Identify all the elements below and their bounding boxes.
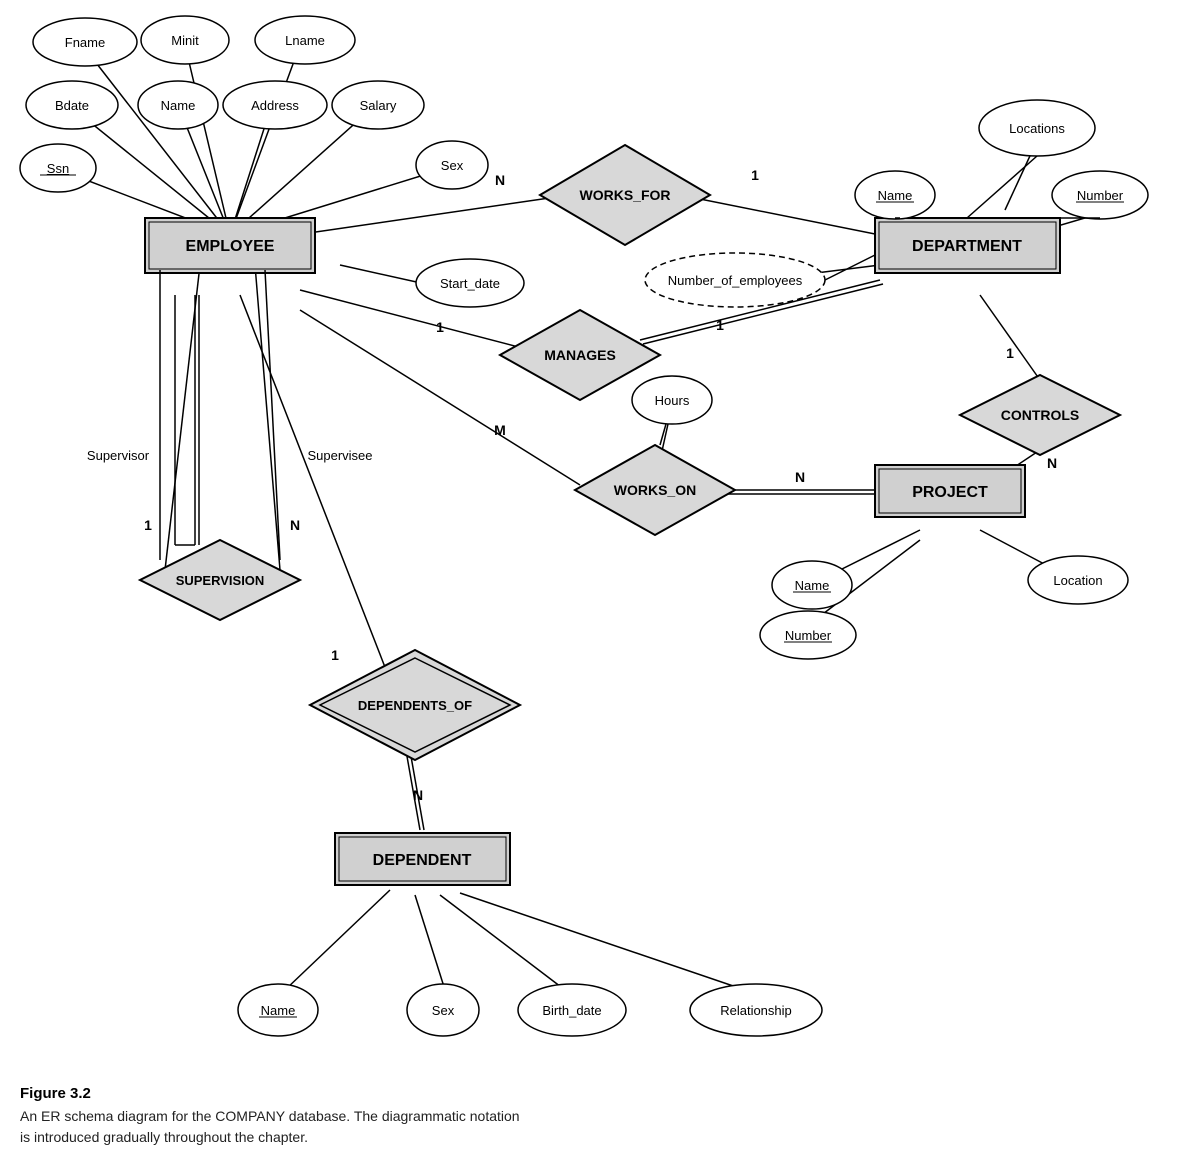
supervisor-label: Supervisor bbox=[87, 448, 150, 463]
dept-number-attr: Number bbox=[1077, 188, 1124, 203]
works-for-label: WORKS_FOR bbox=[580, 187, 671, 203]
num-employees-attr: Number_of_employees bbox=[668, 273, 803, 288]
figure-line1: An ER schema diagram for the COMPANY dat… bbox=[20, 1106, 1181, 1127]
dep-name-attr: Name bbox=[261, 1003, 296, 1018]
relationship-attr: Relationship bbox=[720, 1003, 792, 1018]
dept-name-attr: Name bbox=[878, 188, 913, 203]
dependents-of-label: DEPENDENTS_OF bbox=[358, 698, 472, 713]
proj-number-attr: Number bbox=[785, 628, 832, 643]
manages-label: MANAGES bbox=[544, 347, 616, 363]
manages-1b-label: 1 bbox=[716, 317, 724, 333]
dep-sex-attr: Sex bbox=[432, 1003, 455, 1018]
location-attr: Location bbox=[1053, 573, 1102, 588]
works-on-m-label: M bbox=[494, 422, 506, 438]
project-entity-label: PROJECT bbox=[912, 484, 988, 501]
works-on-n-label: N bbox=[795, 469, 805, 485]
address-attr: Address bbox=[251, 98, 299, 113]
proj-name-attr: Name bbox=[795, 578, 830, 593]
works-on-label: WORKS_ON bbox=[614, 482, 696, 498]
bdate-attr: Bdate bbox=[55, 98, 89, 113]
fname-attr: Fname bbox=[65, 35, 105, 50]
lname-attr: Lname bbox=[285, 33, 325, 48]
locations-attr: Locations bbox=[1009, 121, 1065, 136]
emp-name-attr: Name bbox=[161, 98, 196, 113]
controls-n-label: N bbox=[1047, 455, 1057, 471]
manages-1a-label: 1 bbox=[436, 319, 444, 335]
controls-label: CONTROLS bbox=[1001, 407, 1080, 423]
figure-caption: Figure 3.2 An ER schema diagram for the … bbox=[0, 1075, 1201, 1158]
er-diagram-container: EMPLOYEE DEPARTMENT PROJECT DEPENDENT WO… bbox=[0, 0, 1201, 1080]
department-entity-label: DEPARTMENT bbox=[912, 238, 1022, 255]
hours-attr: Hours bbox=[655, 393, 690, 408]
figure-line2: is introduced gradually throughout the c… bbox=[20, 1127, 1181, 1148]
supervision-label: SUPERVISION bbox=[176, 573, 265, 588]
dep-of-n-label: N bbox=[413, 787, 423, 803]
birth-date-attr: Birth_date bbox=[542, 1003, 601, 1018]
works-for-1-label: 1 bbox=[751, 167, 759, 183]
dep-of-1-label: 1 bbox=[331, 647, 339, 663]
start-date-attr: Start_date bbox=[440, 276, 500, 291]
supervisee-label: Supervisee bbox=[307, 448, 372, 463]
controls-1-label: 1 bbox=[1006, 345, 1014, 361]
works-for-n-label: N bbox=[495, 172, 505, 188]
salary-attr: Salary bbox=[360, 98, 397, 113]
dependent-entity-label: DEPENDENT bbox=[373, 852, 472, 869]
figure-title: Figure 3.2 bbox=[20, 1085, 1181, 1102]
ssn-attr: Ssn bbox=[47, 161, 69, 176]
supervision-n-label: N bbox=[290, 517, 300, 533]
employee-entity-label: EMPLOYEE bbox=[186, 238, 275, 255]
emp-sex-attr: Sex bbox=[441, 158, 464, 173]
supervision-1-label: 1 bbox=[144, 517, 152, 533]
minit-attr: Minit bbox=[171, 33, 199, 48]
